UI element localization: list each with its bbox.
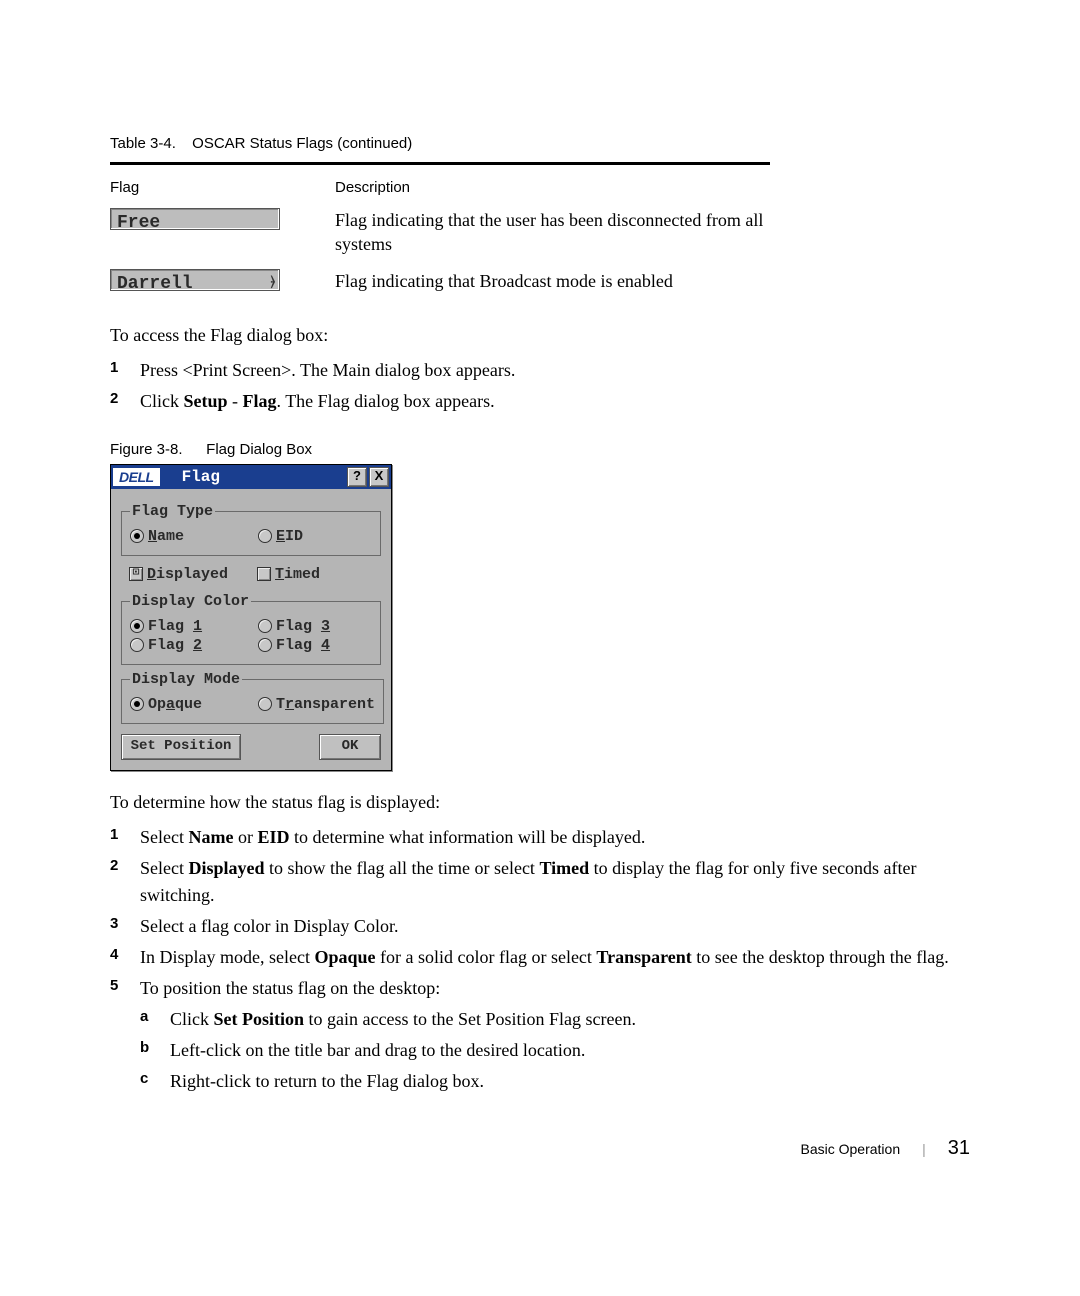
list-item: 2 Click Setup - Flag. The Flag dialog bo… (110, 388, 970, 415)
table-number: Table 3-4. (110, 135, 188, 152)
check-timed[interactable]: Timed (257, 566, 357, 583)
list-item: 3 Select a flag color in Display Color. (110, 913, 970, 940)
radio-transparent[interactable]: Transparent (258, 696, 375, 713)
footer-separator: | (922, 1141, 926, 1157)
radio-opaque[interactable]: Opaque (130, 696, 230, 713)
dialog-title: Flag (162, 468, 347, 486)
th-desc: Description (335, 179, 770, 206)
radio-icon (258, 619, 272, 633)
determine-steps: 1 Select Name or EID to determine what i… (110, 824, 970, 1095)
th-flag: Flag (110, 179, 335, 206)
radio-flag-4[interactable]: Flag 4 (258, 637, 358, 654)
table-title: OSCAR Status Flags (continued) (192, 135, 412, 152)
substeps: a Click Set Position to gain access to t… (140, 1006, 970, 1095)
radio-icon (130, 638, 144, 652)
dell-logo: DELL (113, 468, 160, 486)
flag-dialog: DELL Flag ? X Flag Type Name EID (110, 464, 392, 771)
radio-name[interactable]: Name (130, 528, 230, 545)
legend-display-mode: Display Mode (130, 671, 242, 688)
list-item: 5 To position the status flag on the des… (110, 975, 970, 1095)
broadcast-icon: ⦒ (271, 273, 275, 291)
checkbox-icon: ⊡ (129, 567, 143, 581)
determine-lead: To determine how the status flag is disp… (110, 789, 970, 816)
flag-chip-darrell: Darrell ⦒ (110, 269, 280, 291)
list-item: b Left-click on the title bar and drag t… (140, 1037, 970, 1064)
group-flag-type: Flag Type Name EID (121, 503, 381, 556)
ok-button[interactable]: OK (319, 734, 381, 760)
flag-table: Flag Description Free Flag indicating th… (110, 179, 770, 304)
footer-section: Basic Operation (801, 1141, 901, 1157)
radio-eid[interactable]: EID (258, 528, 358, 545)
radio-flag-3[interactable]: Flag 3 (258, 618, 358, 635)
radio-icon (258, 638, 272, 652)
figure-number: Figure 3-8. (110, 441, 202, 458)
radio-icon (130, 619, 144, 633)
radio-icon (258, 529, 272, 543)
list-item: 1 Press <Print Screen>. The Main dialog … (110, 357, 970, 384)
access-lead: To access the Flag dialog box: (110, 322, 970, 349)
list-item: a Click Set Position to gain access to t… (140, 1006, 970, 1033)
table-row: Darrell ⦒ Flag indicating that Broadcast… (110, 267, 770, 304)
access-steps: 1 Press <Print Screen>. The Main dialog … (110, 357, 970, 415)
radio-icon (130, 697, 144, 711)
check-displayed[interactable]: ⊡ Displayed (129, 566, 229, 583)
legend-display-color: Display Color (130, 593, 251, 610)
close-button[interactable]: X (369, 467, 389, 487)
table-caption: Table 3-4. OSCAR Status Flags (continued… (110, 135, 970, 152)
radio-icon (258, 697, 272, 711)
figure-caption: Figure 3-8. Flag Dialog Box (110, 441, 970, 458)
page-number: 31 (948, 1137, 970, 1160)
help-button[interactable]: ? (347, 467, 367, 487)
list-item: 2 Select Displayed to show the flag all … (110, 855, 970, 909)
row-desc: Flag indicating that Broadcast mode is e… (335, 267, 770, 304)
group-display-color: Display Color Flag 1 Flag 3 Flag 2 (121, 593, 381, 665)
list-item: 4 In Display mode, select Opaque for a s… (110, 944, 970, 971)
legend-flag-type: Flag Type (130, 503, 215, 520)
page-footer: Basic Operation | 31 (801, 1137, 971, 1160)
group-display-mode: Display Mode Opaque Transparent (121, 671, 384, 724)
table-row: Free Flag indicating that the user has b… (110, 206, 770, 267)
flag-chip-free: Free (110, 208, 280, 230)
figure-title: Flag Dialog Box (206, 441, 312, 458)
dialog-titlebar[interactable]: DELL Flag ? X (111, 465, 391, 489)
set-position-button[interactable]: Set Position (121, 734, 241, 760)
radio-flag-1[interactable]: Flag 1 (130, 618, 230, 635)
row-desc: Flag indicating that the user has been d… (335, 206, 770, 267)
list-item: c Right-click to return to the Flag dial… (140, 1068, 970, 1095)
table-rule (110, 162, 770, 165)
list-item: 1 Select Name or EID to determine what i… (110, 824, 970, 851)
radio-flag-2[interactable]: Flag 2 (130, 637, 230, 654)
checkbox-icon (257, 567, 271, 581)
radio-icon (130, 529, 144, 543)
